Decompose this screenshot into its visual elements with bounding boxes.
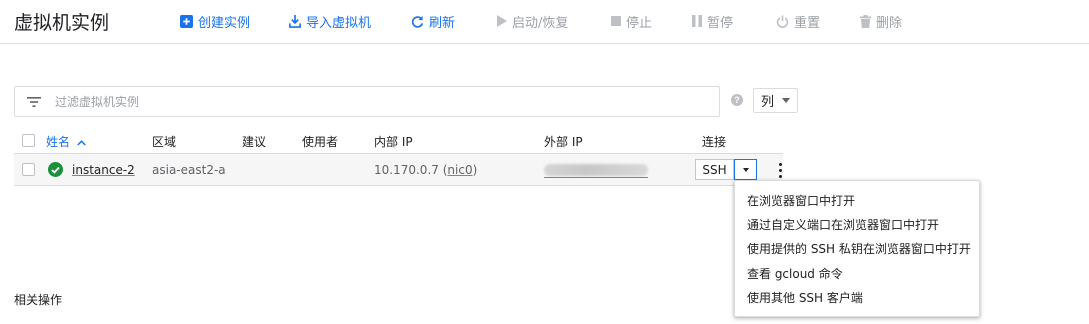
- stop-button[interactable]: 停止: [611, 12, 653, 31]
- ssh-button[interactable]: SSH: [695, 159, 734, 180]
- external-ip-redacted: [544, 164, 648, 176]
- play-icon: [497, 15, 507, 27]
- column-zone: 区域: [152, 135, 177, 149]
- related-actions-heading: 相关操作: [14, 293, 63, 307]
- ssh-dropdown-menu: 在浏览器窗口中打开 通过自定义端口在浏览器窗口中打开 使用提供的 SSH 私钥在…: [734, 180, 980, 317]
- create-instance-label: 创建实例: [198, 15, 251, 31]
- refresh-label: 刷新: [429, 15, 456, 31]
- import-icon: [289, 14, 301, 28]
- column-recommendation: 建议: [242, 135, 267, 149]
- import-vm-label: 导入虚拟机: [306, 15, 372, 31]
- table-header: 姓名 区域 建议 使用者 内部 IP 外部 IP 连接: [14, 127, 783, 154]
- power-icon: [776, 14, 789, 28]
- create-instance-button[interactable]: 创建实例: [180, 12, 251, 31]
- instance-zone: asia-east2-a: [152, 163, 226, 177]
- refresh-button[interactable]: 刷新: [411, 12, 456, 31]
- external-ip-underline: [544, 177, 648, 178]
- columns-label: 列: [761, 95, 775, 110]
- pause-label: 暂停: [707, 15, 734, 31]
- refresh-icon: [411, 15, 424, 28]
- trash-icon: [860, 14, 871, 28]
- sort-ascending-icon: [77, 140, 86, 146]
- pause-button[interactable]: 暂停: [692, 12, 734, 31]
- add-box-icon: [180, 14, 193, 28]
- instance-name-link[interactable]: instance-2: [72, 163, 135, 177]
- page-title: 虚拟机实例: [14, 12, 110, 34]
- stop-icon: [611, 16, 621, 26]
- reset-button[interactable]: 重置: [776, 12, 821, 31]
- nic-link[interactable]: nic0: [447, 163, 472, 177]
- ssh-dropdown-button[interactable]: [734, 159, 757, 180]
- column-name-label: 姓名: [46, 135, 71, 149]
- column-connect: 连接: [702, 135, 727, 149]
- menu-item-open-custom-port[interactable]: 通过自定义端口在浏览器窗口中打开: [735, 214, 979, 238]
- column-name[interactable]: 姓名: [46, 133, 86, 150]
- table-row: instance-2 asia-east2-a 10.170.0.7 (nic0…: [14, 154, 783, 186]
- page-header: 虚拟机实例 创建实例 导入虚拟机 刷新 启动/恢复 停止 暂停 重置 删除: [0, 0, 1089, 44]
- start-resume-button[interactable]: 启动/恢复: [497, 12, 569, 31]
- columns-button[interactable]: 列: [753, 88, 798, 113]
- delete-label: 删除: [876, 15, 903, 31]
- help-icon[interactable]: ?: [731, 94, 743, 106]
- column-internal-ip: 内部 IP: [374, 135, 413, 149]
- chevron-down-icon: [782, 98, 791, 103]
- nic-close-paren: ): [472, 163, 478, 177]
- menu-item-open-with-private-key[interactable]: 使用提供的 SSH 私钥在浏览器窗口中打开: [735, 238, 979, 262]
- select-all-checkbox[interactable]: [22, 134, 35, 147]
- instance-name: instance-2: [72, 163, 135, 177]
- import-vm-button[interactable]: 导入虚拟机: [289, 12, 372, 31]
- more-actions-icon[interactable]: [777, 163, 783, 178]
- start-resume-label: 启动/恢复: [512, 15, 569, 31]
- delete-button[interactable]: 删除: [860, 12, 903, 31]
- column-external-ip: 外部 IP: [544, 135, 583, 149]
- menu-item-other-ssh-client[interactable]: 使用其他 SSH 客户端: [735, 287, 979, 311]
- menu-item-view-gcloud-command[interactable]: 查看 gcloud 命令: [735, 263, 979, 287]
- row-checkbox[interactable]: [22, 163, 35, 176]
- pause-icon: [692, 15, 702, 27]
- chevron-down-icon: [742, 167, 749, 172]
- filter-icon: [27, 96, 41, 107]
- column-in-use-by: 使用者: [302, 135, 339, 149]
- status-ok-icon: [48, 162, 63, 177]
- internal-ip-cell: 10.170.0.7 (nic0): [374, 163, 477, 177]
- stop-label: 停止: [626, 15, 653, 31]
- reset-label: 重置: [794, 15, 821, 31]
- filter-placeholder: 过滤虚拟机实例: [55, 95, 140, 109]
- menu-item-open-in-browser[interactable]: 在浏览器窗口中打开: [735, 190, 979, 214]
- internal-ip-value: 10.170.0.7: [374, 163, 439, 177]
- filter-bar[interactable]: 过滤虚拟机实例: [14, 86, 720, 117]
